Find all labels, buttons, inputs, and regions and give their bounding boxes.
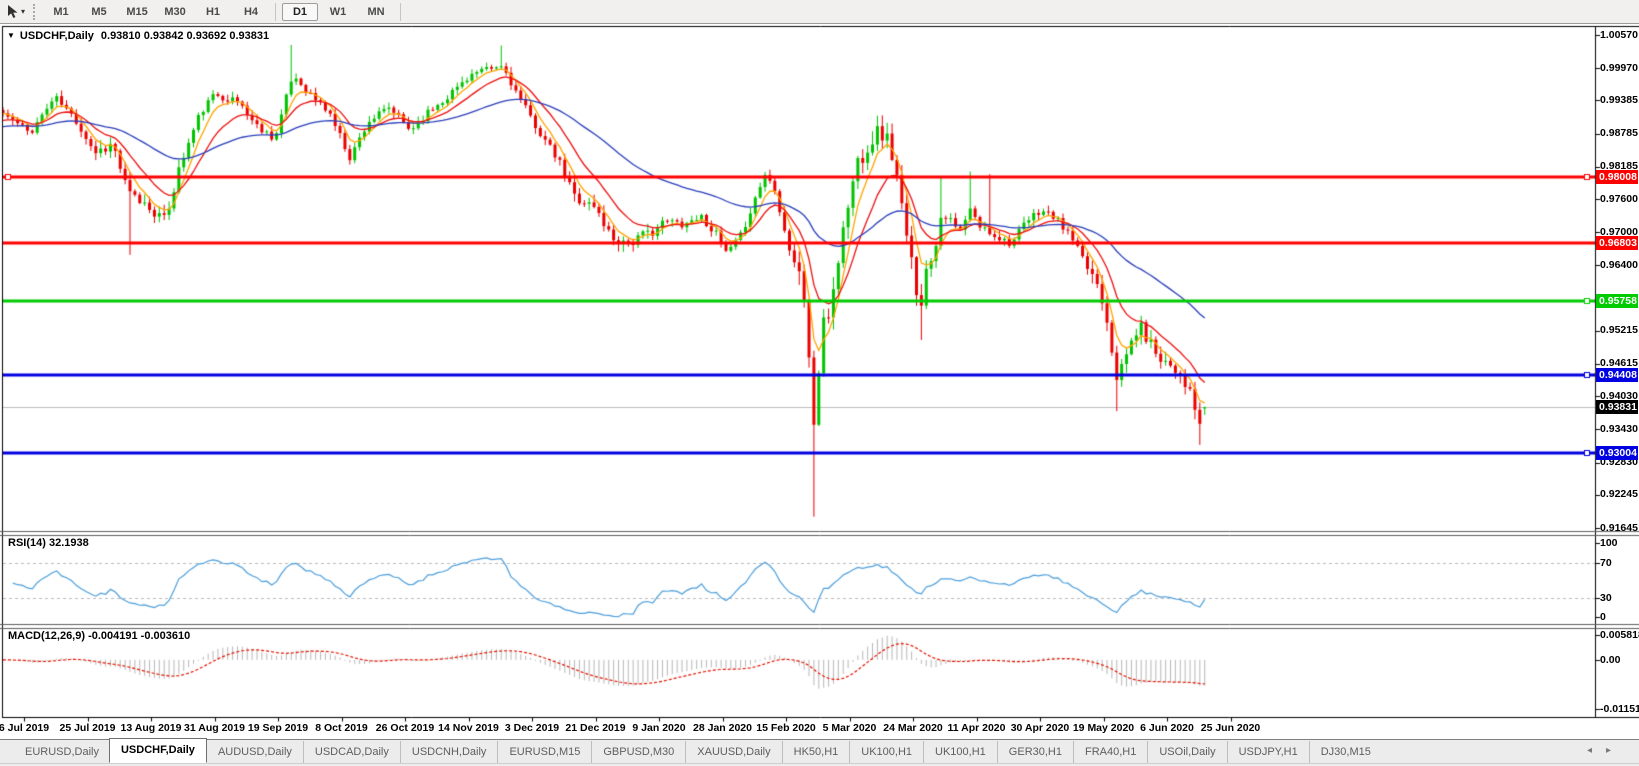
price-tick-label: 0.97600 — [1600, 192, 1638, 205]
price-tick-label: 0.95215 — [1600, 324, 1638, 337]
chart-tab-gbpusd-m30[interactable]: GBPUSD,M30 — [591, 741, 685, 763]
chart-tab-ger30-h1[interactable]: GER30,H1 — [996, 741, 1073, 763]
chart-tab-uk100-h1[interactable]: UK100,H1 — [923, 741, 997, 763]
chart-tab-bar: EURUSD,Daily USDCHF,Daily AUDUSD,Daily USDC… — [0, 738, 1639, 766]
chart-tab-usdchf-daily[interactable]: USDCHF,Daily — [108, 738, 207, 763]
chart-ohlc-values: 0.93810 0.93842 0.93692 0.93831 — [100, 30, 270, 42]
date-tick-label: 31 Aug 2019 — [184, 722, 245, 734]
date-tick-label: 6 Jul 2019 — [0, 722, 50, 734]
price-line-label: 0.93004 — [1596, 445, 1638, 460]
date-tick-label: 3 Dec 2019 — [504, 722, 560, 734]
price-tick-label: 0.91645 — [1600, 521, 1638, 534]
date-tick-label: 21 Dec 2019 — [565, 722, 626, 734]
chart-tab-eurusd-daily[interactable]: EURUSD,Daily — [14, 741, 110, 763]
chart-tab-uk100-h1[interactable]: UK100,H1 — [849, 741, 923, 763]
toolbar-separator — [275, 2, 277, 21]
timeframe-button-m15[interactable]: M15 — [119, 3, 155, 21]
toolbar-separator — [400, 2, 402, 21]
chart-tab-audusd-daily[interactable]: AUDUSD,Daily — [207, 741, 303, 763]
rsi-tick-label: 0 — [1600, 610, 1606, 623]
dropdown-caret-icon: ▾ — [21, 7, 26, 16]
price-tick-label: 0.92245 — [1600, 488, 1638, 501]
chart-title: ▼ USDCHF,Daily 0.93810 0.93842 0.93692 0.9… — [7, 30, 269, 42]
chart-canvas[interactable] — [0, 25, 1639, 738]
chart-tab-usdcad-daily[interactable]: USDCAD,Daily — [302, 741, 400, 763]
chart-tab-xauusd-daily[interactable]: XAUUSD,Daily — [685, 741, 781, 763]
chart-tab-usoil-daily[interactable]: USOil,Daily — [1147, 741, 1226, 763]
macd-tick-label: 0.005818 — [1600, 628, 1639, 641]
price-line-label: 0.96803 — [1596, 236, 1638, 251]
macd-indicator-label: MACD(12,26,9) -0.004191 -0.003610 — [8, 630, 191, 642]
rsi-tick-label: 30 — [1600, 591, 1612, 604]
chart-tab-eurusd-m15[interactable]: EURUSD,M15 — [497, 741, 591, 763]
timeframe-button-m30[interactable]: M30 — [157, 3, 193, 21]
chart-tabs: EURUSD,Daily USDCHF,Daily AUDUSD,Daily USDC… — [0, 738, 1639, 764]
macd-tick-label: -0.011514 — [1600, 702, 1639, 715]
date-tick-label: 25 Jun 2020 — [1200, 722, 1261, 734]
date-tick-label: 5 Mar 2020 — [822, 722, 877, 734]
timeframe-button-mn[interactable]: MN — [358, 3, 394, 21]
price-line-label: 0.95758 — [1596, 293, 1638, 308]
chart-symbol-period: USDCHF,Daily — [19, 30, 94, 42]
date-tick-label: 8 Oct 2019 — [315, 722, 368, 734]
collapse-triangle-icon[interactable]: ▼ — [7, 31, 15, 40]
date-tick-label: 11 Apr 2020 — [947, 722, 1006, 734]
chart-tab-usdcnh-daily[interactable]: USDCNH,Daily — [399, 741, 498, 763]
chart-tab-hk50-h1[interactable]: HK50,H1 — [781, 741, 850, 763]
tab-scroll-arrows: ◂▸ — [1587, 745, 1625, 756]
date-tick-label: 30 Apr 2020 — [1010, 722, 1070, 734]
date-tick-label: 19 Sep 2019 — [247, 722, 309, 734]
chart-tab-dj30-m15[interactable]: DJ30,M15 — [1308, 741, 1382, 763]
date-tick-label: 24 Mar 2020 — [883, 722, 943, 734]
tabs-scroll-right-icon[interactable]: ▸ — [1606, 745, 1625, 756]
toolbar-grip-handle[interactable] — [33, 3, 36, 20]
mt4-window: ▾ M1 M5 M15 M30 H1 H4 D1 W1 MN ▼ USDCHF,Daily 0.93… — [0, 0, 1639, 766]
date-tick-label: 9 Jan 2020 — [632, 722, 686, 734]
date-tick-label: 28 Jan 2020 — [693, 722, 752, 734]
price-tick-label: 0.99385 — [1600, 94, 1638, 106]
timeframe-button-h4[interactable]: H4 — [233, 3, 269, 21]
rsi-indicator-label: RSI(14) 32.1938 — [8, 537, 89, 549]
timeframe-buttons: M1 M5 M15 M30 H1 H4 D1 W1 MN — [42, 0, 406, 24]
price-tick-label: 0.93430 — [1600, 422, 1638, 435]
date-tick-label: 15 Feb 2020 — [756, 722, 816, 734]
date-tick-label: 13 Aug 2019 — [120, 722, 182, 734]
rsi-tick-label: 100 — [1600, 536, 1618, 549]
timeframe-button-m5[interactable]: M5 — [81, 3, 117, 21]
price-tick-label: 1.00570 — [1600, 28, 1638, 41]
chart-tab-usdjpy-h1[interactable]: USDJPY,H1 — [1226, 741, 1309, 763]
timeframe-button-w1[interactable]: W1 — [320, 3, 356, 21]
date-tick-label: 26 Oct 2019 — [375, 722, 435, 734]
chart-cursor-tool-button[interactable]: ▾ — [0, 2, 29, 22]
timeframe-button-d1[interactable]: D1 — [282, 2, 319, 21]
price-tick-label: 0.98785 — [1600, 127, 1638, 140]
price-line-label: 0.98008 — [1596, 169, 1638, 184]
date-tick-label: 19 May 2020 — [1072, 722, 1135, 734]
date-tick-label: 14 Nov 2019 — [438, 722, 499, 734]
rsi-tick-label: 70 — [1600, 556, 1612, 569]
price-line-label: 0.93831 — [1596, 400, 1638, 415]
date-tick-label: 25 Jul 2019 — [59, 722, 116, 734]
price-line-label: 0.94408 — [1596, 368, 1638, 383]
toolbar: ▾ M1 M5 M15 M30 H1 H4 D1 W1 MN — [0, 0, 1639, 24]
price-tick-label: 0.99970 — [1600, 61, 1638, 74]
timeframe-button-h1[interactable]: H1 — [195, 3, 231, 21]
chart-tab-fra40-h1[interactable]: FRA40,H1 — [1073, 741, 1147, 763]
price-tick-label: 0.96400 — [1600, 258, 1638, 271]
cursor-tool-icon — [8, 5, 18, 18]
date-tick-label: 6 Jun 2020 — [1140, 722, 1194, 734]
timeframe-button-m1[interactable]: M1 — [43, 3, 79, 21]
tabs-scroll-left-icon[interactable]: ◂ — [1587, 745, 1606, 756]
macd-tick-label: 0.00 — [1600, 653, 1621, 666]
